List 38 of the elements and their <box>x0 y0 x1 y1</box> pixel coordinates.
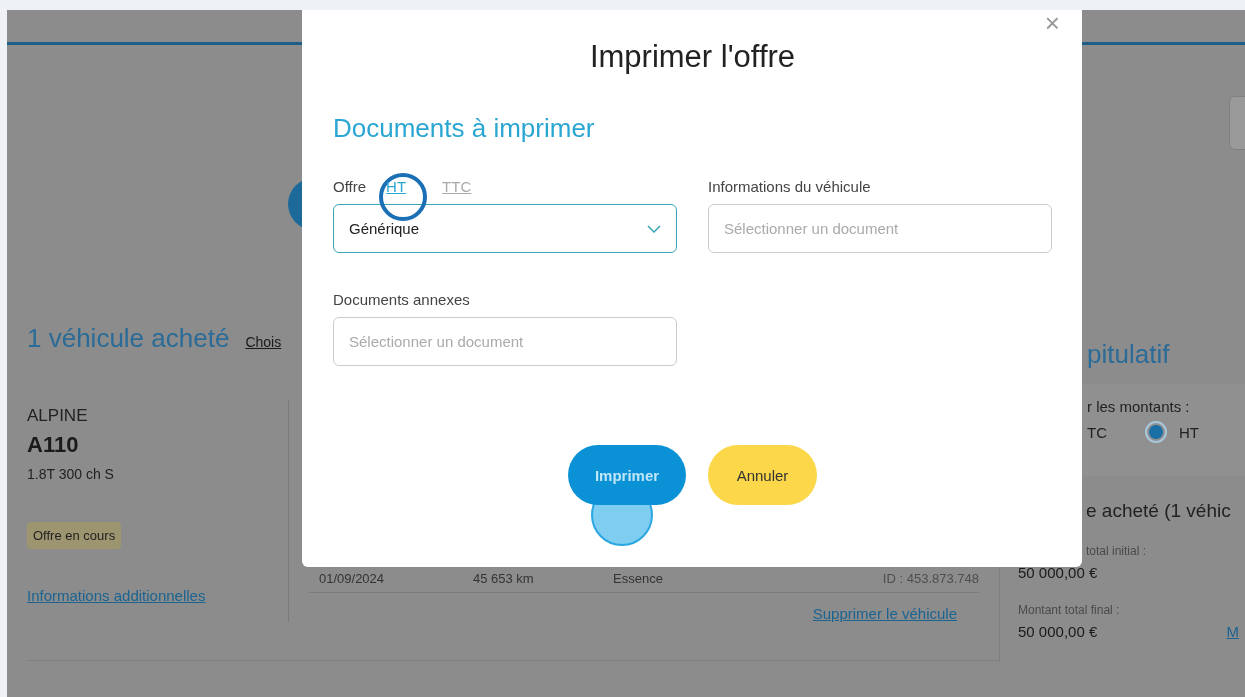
amount-value: 50 000,00 € <box>1018 623 1098 640</box>
field-label: Offre <box>333 177 367 195</box>
highlight-ring <box>379 173 427 221</box>
field-label: Informations du véhicule <box>708 176 872 197</box>
option-label: TC <box>1087 423 1107 441</box>
print-button[interactable]: Imprimer <box>568 445 686 505</box>
close-button[interactable]: × <box>1044 10 1060 36</box>
status-badge: Offre en cours <box>27 522 122 549</box>
delete-vehicle-link[interactable]: Supprimer le véhicule <box>812 605 957 622</box>
amount-label: total initial : <box>1086 544 1148 558</box>
vehicle-brand: ALPINE <box>27 406 89 426</box>
vehicle-detail: 01/09/2024 <box>318 571 386 586</box>
amount-label: Montant total final : <box>1018 603 1121 617</box>
cancel-button[interactable]: Annuler <box>708 445 817 505</box>
document-field[interactable]: Sélectionner un document <box>708 204 1052 253</box>
vehicle-version: 1.8T 300 ch S <box>27 466 115 482</box>
vehicle-detail: 45 653 km <box>473 571 535 586</box>
document-field[interactable]: Sélectionner un document <box>333 317 677 366</box>
vehicle-model: A110 <box>27 432 80 458</box>
modal-title: Imprimer l'offre <box>588 39 797 75</box>
summary-title: pitulatif <box>1087 339 1171 370</box>
choose-link[interactable]: Chois <box>245 334 282 350</box>
section-title: Documents à imprimer <box>333 113 596 144</box>
chevron-icon <box>647 224 661 233</box>
section-heading: 1 véhicule acheté <box>27 323 230 354</box>
amounts-label: r les montants : <box>1087 398 1191 415</box>
offer-select[interactable]: Générique <box>333 204 677 253</box>
amount-value: 50 000,00 € <box>1018 564 1098 581</box>
field-label: Documents annexes <box>333 289 471 310</box>
summary-subtitle: e acheté (1 véhic <box>1086 500 1232 522</box>
option-label: HT <box>1179 423 1199 441</box>
offer-tab[interactable]: HT <box>386 177 407 195</box>
info-link[interactable]: Informations additionnelles <box>27 587 206 604</box>
vehicle-detail: ID : 453.873.748 <box>882 571 979 586</box>
offer-tab[interactable]: TTC <box>442 177 472 195</box>
vehicle-detail: Essence <box>613 571 664 586</box>
amount-link[interactable]: M <box>1226 623 1239 640</box>
radio-button[interactable] <box>1145 421 1167 443</box>
